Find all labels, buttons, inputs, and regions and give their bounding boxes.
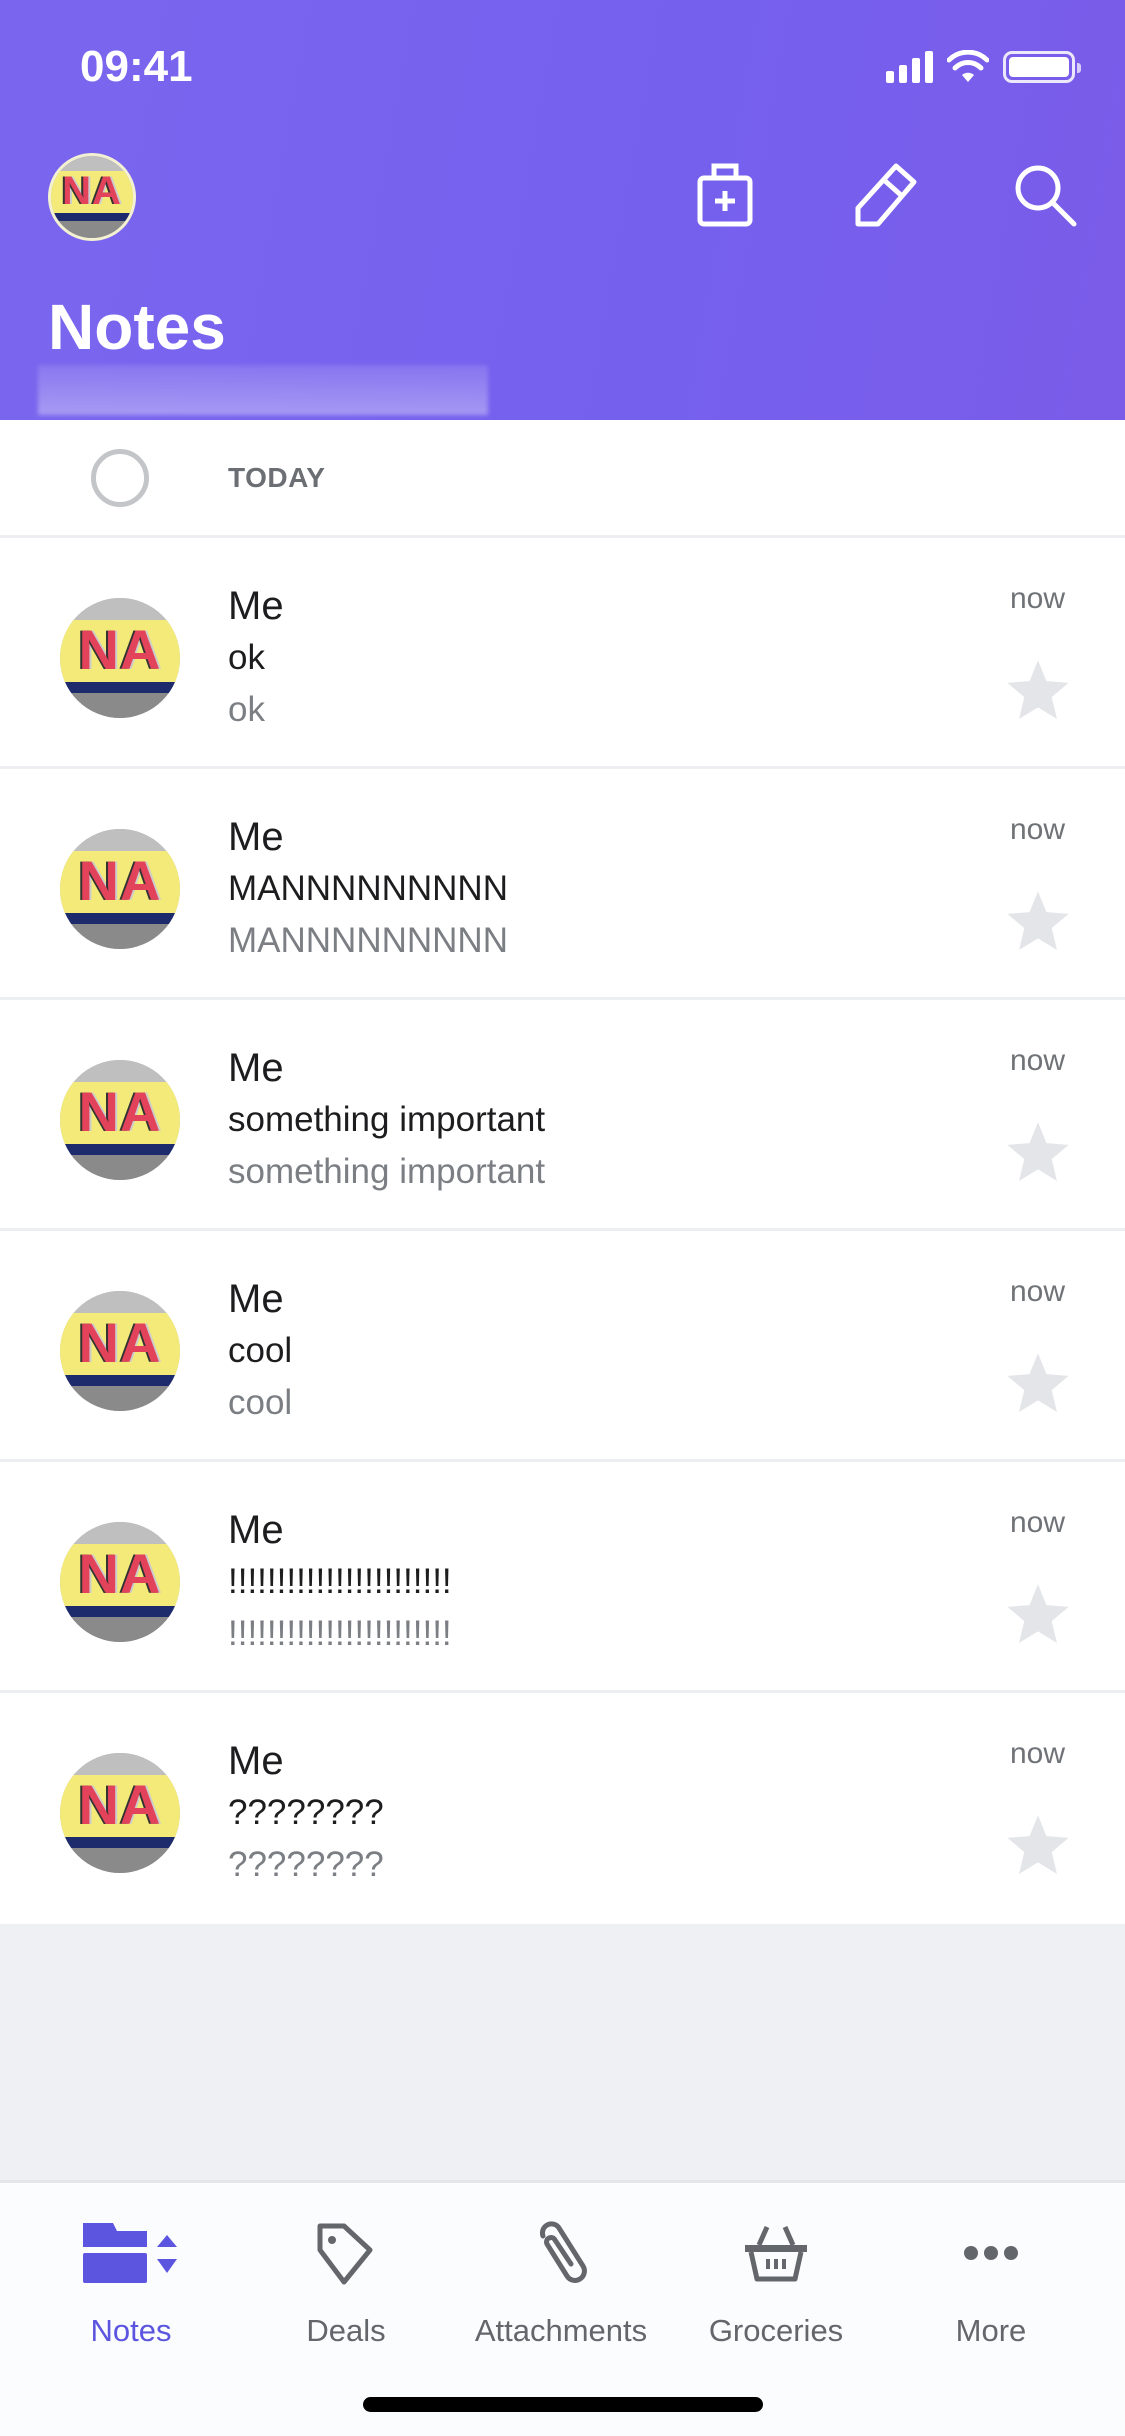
note-time: now — [1009, 1506, 1065, 1539]
avatar-initials: NA — [78, 1542, 162, 1606]
note-subject: MANNNNNNNNN — [228, 869, 508, 908]
sender-avatar: NA — [60, 829, 180, 949]
note-row[interactable]: NA Me MANNNNNNNNN MANNNNNNNNN now — [0, 769, 1125, 1000]
note-row[interactable]: NA Me ???????? ???????? now — [0, 1693, 1125, 1924]
note-row[interactable]: NA Me ok ok now — [0, 538, 1125, 769]
note-sender: Me — [228, 1046, 284, 1090]
note-row[interactable]: NA Me something important something impo… — [0, 1000, 1125, 1231]
note-time: now — [1009, 1044, 1065, 1077]
avatar-initials: NA — [78, 1773, 162, 1837]
note-time: now — [1009, 1737, 1065, 1770]
star-icon[interactable] — [1003, 1811, 1073, 1881]
wifi-icon — [947, 50, 989, 82]
avatar-initials: NA — [78, 1311, 162, 1375]
note-preview: something important — [228, 1152, 546, 1191]
folder-sort-icon — [83, 2223, 177, 2283]
sender-avatar: NA — [60, 1753, 180, 1873]
note-preview: !!!!!!!!!!!!!!!!!!!!!!! — [228, 1614, 452, 1653]
star-icon[interactable] — [1003, 1118, 1073, 1188]
avatar-initials: NA — [78, 1080, 162, 1144]
tab-deals[interactable]: Deals — [246, 2213, 446, 2349]
note-subject: !!!!!!!!!!!!!!!!!!!!!!! — [228, 1562, 452, 1601]
note-sender: Me — [228, 815, 284, 859]
profile-avatar[interactable]: NA — [48, 153, 136, 241]
search-button[interactable] — [965, 150, 1125, 240]
tab-more[interactable]: More — [891, 2213, 1091, 2349]
status-icons — [886, 50, 1081, 84]
avatar-initials: NA — [78, 618, 162, 682]
sender-avatar: NA — [60, 1291, 180, 1411]
tab-label: Notes — [90, 2313, 172, 2348]
search-icon — [1015, 165, 1077, 227]
note-sender: Me — [228, 1508, 284, 1552]
compose-button[interactable] — [805, 150, 965, 240]
eraser-pencil-icon — [855, 163, 917, 227]
section-header: TODAY — [0, 420, 1125, 538]
sender-avatar: NA — [60, 598, 180, 718]
status-time: 09:41 — [80, 42, 193, 91]
note-time: now — [1009, 582, 1065, 615]
note-preview: ok — [228, 690, 265, 729]
sender-avatar: NA — [60, 1522, 180, 1642]
note-row[interactable]: NA Me !!!!!!!!!!!!!!!!!!!!!!! !!!!!!!!!!… — [0, 1462, 1125, 1693]
new-folder-button[interactable] — [645, 150, 805, 240]
star-icon[interactable] — [1003, 656, 1073, 726]
note-preview: cool — [228, 1383, 293, 1422]
note-sender: Me — [228, 1277, 284, 1321]
cellular-signal-icon — [886, 51, 933, 83]
star-icon[interactable] — [1003, 887, 1073, 957]
basket-icon — [745, 2225, 807, 2282]
note-subject: something important — [228, 1100, 546, 1139]
star-icon[interactable] — [1003, 1349, 1073, 1419]
star-icon[interactable] — [1003, 1580, 1073, 1650]
note-row[interactable]: NA Me cool cool now — [0, 1231, 1125, 1462]
app-header: 09:41 NA Notes — [0, 0, 1125, 420]
home-indicator[interactable] — [363, 2397, 763, 2412]
more-dots-icon — [964, 2246, 1018, 2260]
tab-label: Groceries — [708, 2313, 844, 2348]
avatar-initials: NA — [62, 169, 122, 214]
tab-attachments[interactable]: Attachments — [461, 2213, 661, 2349]
tab-label: Attachments — [474, 2313, 648, 2348]
title-underline-blur — [38, 365, 488, 415]
section-label: TODAY — [228, 461, 326, 493]
note-subject: cool — [228, 1331, 293, 1370]
note-sender: Me — [228, 1739, 284, 1783]
medical-kit-plus-icon — [697, 163, 753, 227]
tab-label: Deals — [306, 2313, 386, 2348]
sender-avatar: NA — [60, 1060, 180, 1180]
tag-icon — [317, 2223, 373, 2285]
note-time: now — [1009, 1275, 1065, 1308]
note-sender: Me — [228, 584, 284, 628]
note-subject: ???????? — [228, 1793, 384, 1832]
tab-groceries[interactable]: Groceries — [676, 2213, 876, 2349]
page-title: Notes — [48, 291, 226, 363]
note-time: now — [1009, 813, 1065, 846]
header-actions — [645, 150, 1125, 240]
note-preview: ???????? — [228, 1845, 384, 1884]
avatar-initials: NA — [78, 849, 162, 913]
select-all-checkbox[interactable] — [91, 448, 149, 507]
battery-icon — [1003, 51, 1081, 83]
note-subject: ok — [228, 638, 265, 677]
tab-label: More — [955, 2313, 1027, 2348]
note-preview: MANNNNNNNNN — [228, 921, 508, 960]
tab-notes[interactable]: Notes — [31, 2213, 231, 2349]
paperclip-icon — [539, 2221, 587, 2283]
notes-list: TODAY NA Me ok ok now NA Me MANNNNNNNNN … — [0, 420, 1125, 1924]
